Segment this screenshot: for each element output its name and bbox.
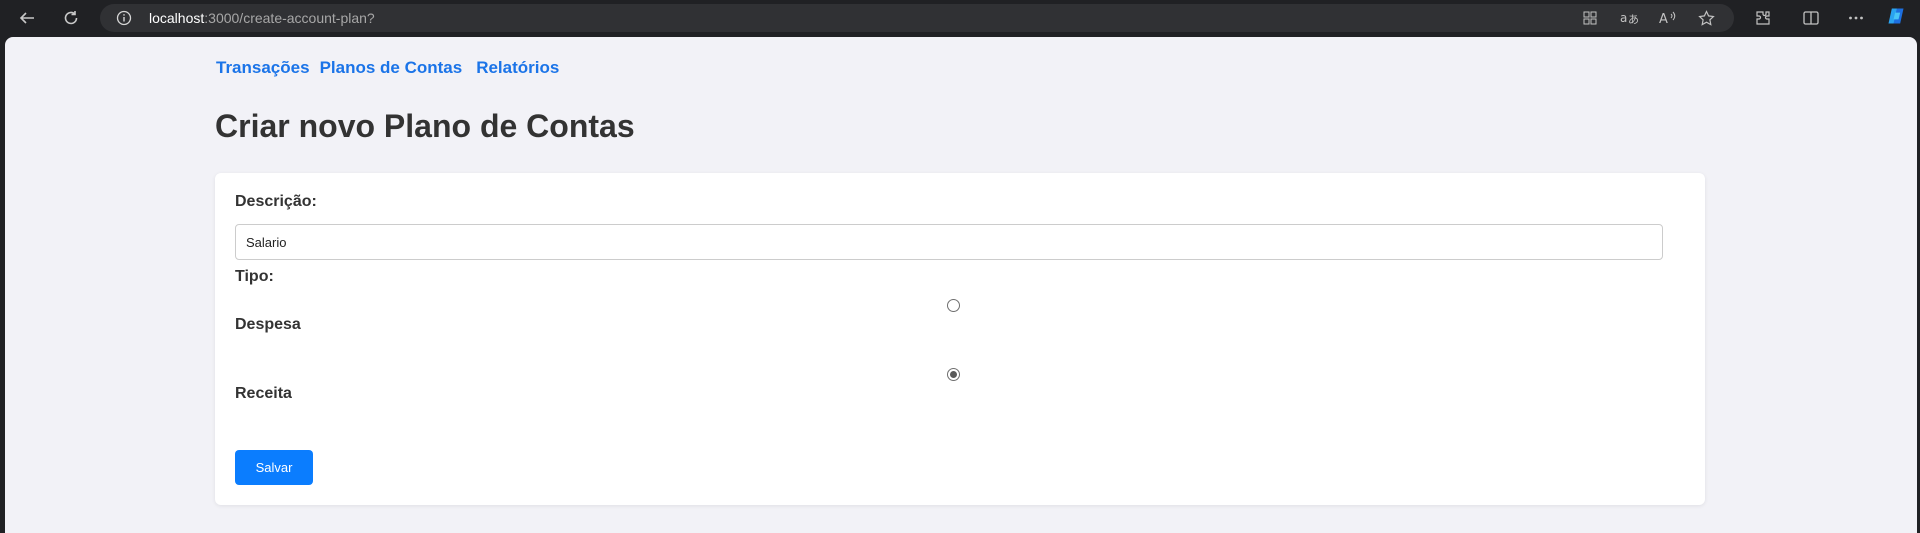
save-button[interactable]: Salvar — [235, 450, 313, 485]
nav-link-relatorios[interactable]: Relatórios — [476, 58, 559, 80]
account-plan-form: Descrição: Tipo: Despesa Receita Salvar — [215, 173, 1705, 505]
favorite-star-icon[interactable] — [1696, 8, 1716, 28]
app-grid-icon[interactable] — [1580, 8, 1600, 28]
receita-label: Receita — [235, 385, 292, 402]
address-bar[interactable]: localhost:3000/create-account-plan? aあ A — [100, 4, 1734, 32]
copilot-icon[interactable] — [1886, 6, 1906, 26]
despesa-label: Despesa — [235, 316, 301, 333]
radio-despesa[interactable] — [947, 299, 960, 312]
description-input[interactable] — [235, 224, 1663, 260]
browser-toolbar: localhost:3000/create-account-plan? aあ A — [0, 0, 1920, 36]
page-content: Transações Planos de Contas Relatórios C… — [5, 37, 1917, 533]
more-options-icon[interactable] — [1846, 8, 1866, 28]
svg-text:あ: あ — [1628, 13, 1638, 26]
svg-text:a: a — [1620, 11, 1627, 25]
top-navigation: Transações Planos de Contas Relatórios — [216, 58, 569, 80]
url-path: :3000/create-account-plan? — [204, 10, 375, 26]
back-arrow-icon[interactable] — [14, 5, 40, 31]
read-aloud-icon[interactable]: A — [1657, 8, 1677, 28]
translate-icon[interactable]: aあ — [1619, 8, 1639, 28]
type-label: Tipo: — [235, 268, 274, 285]
extensions-icon[interactable] — [1753, 8, 1773, 28]
url-host: localhost — [149, 10, 205, 26]
nav-link-transacoes[interactable]: Transações — [216, 58, 310, 80]
nav-link-planos-de-contas[interactable]: Planos de Contas — [320, 58, 463, 80]
split-screen-icon[interactable] — [1801, 8, 1821, 28]
url-text: localhost:3000/create-account-plan? — [149, 4, 375, 32]
refresh-icon[interactable] — [58, 5, 84, 31]
svg-text:A: A — [1659, 12, 1668, 26]
description-label: Descrição: — [235, 193, 317, 210]
info-icon[interactable] — [116, 10, 132, 26]
radio-receita[interactable] — [947, 368, 960, 381]
page-title: Criar novo Plano de Contas — [215, 108, 635, 144]
